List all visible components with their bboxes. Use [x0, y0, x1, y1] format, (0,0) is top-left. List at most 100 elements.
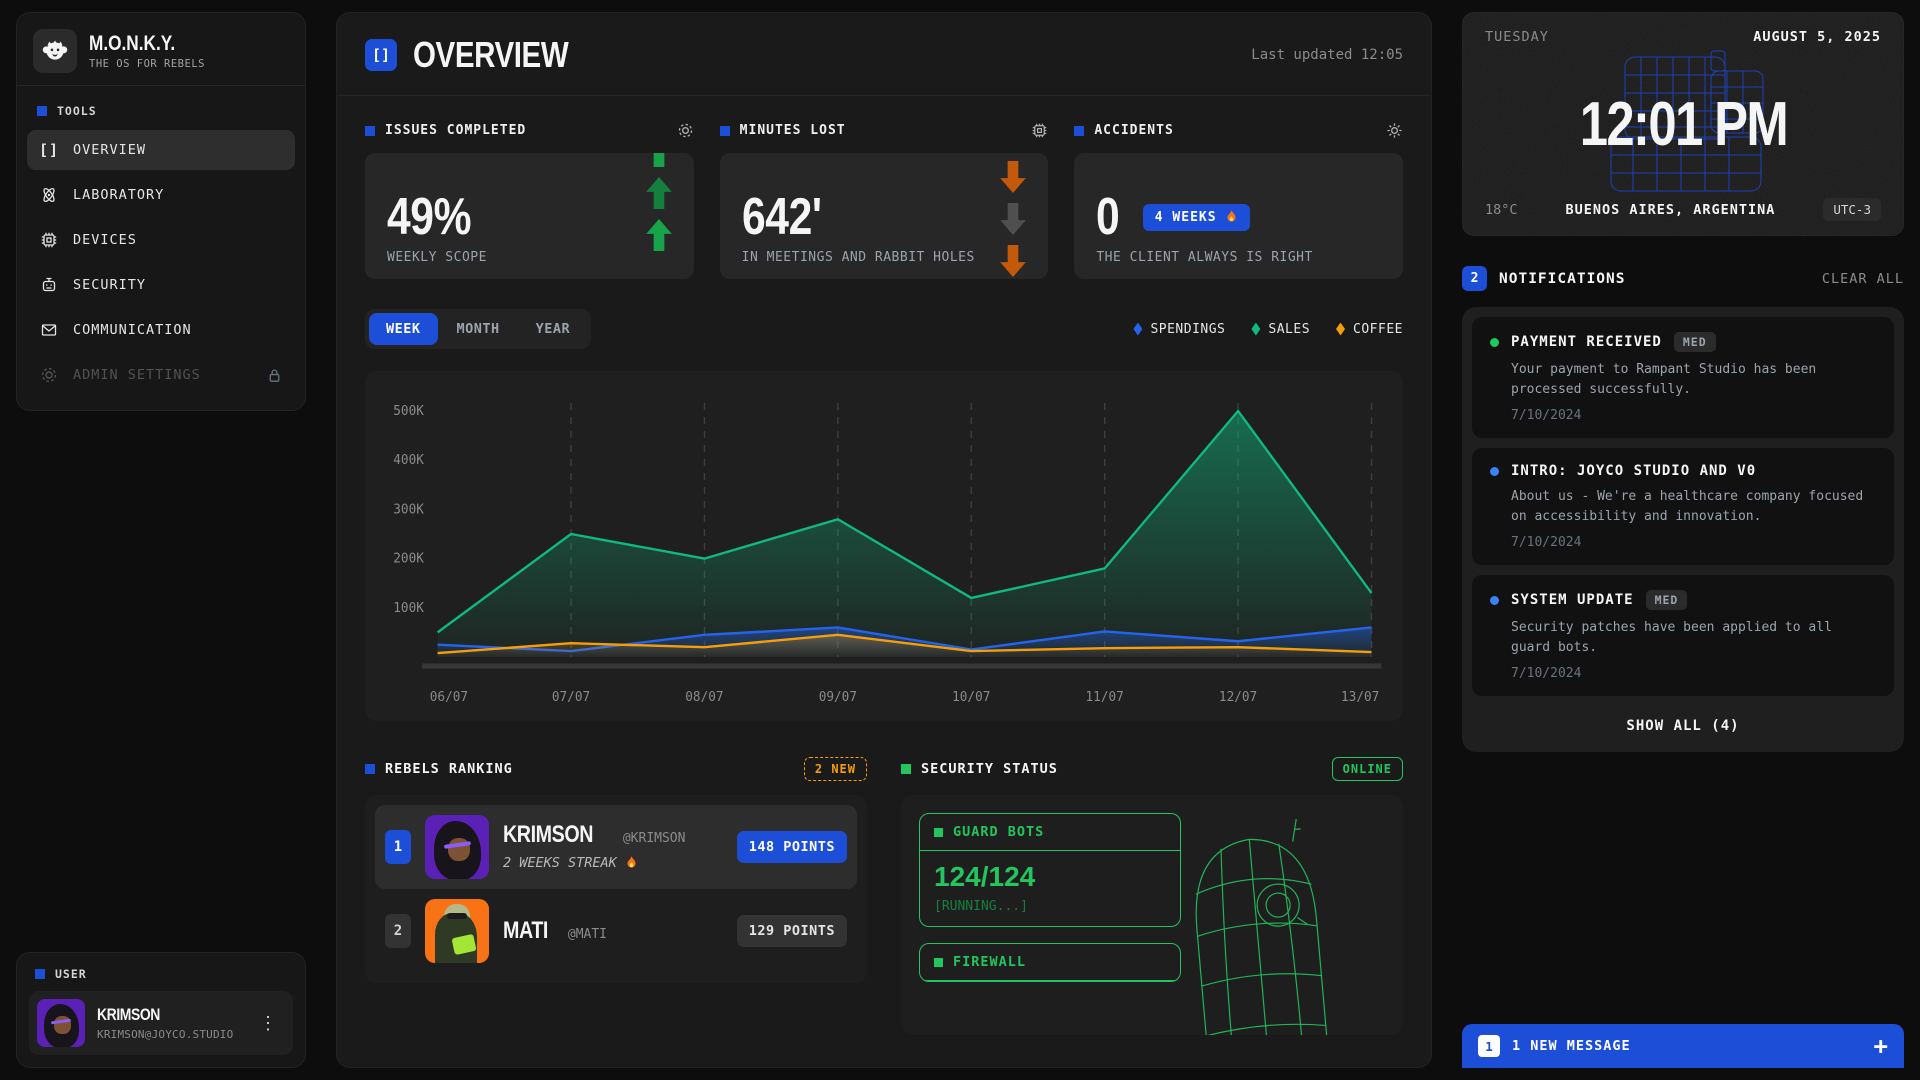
module-value: 124/124 [934, 861, 1166, 893]
firewall-module: FIREWALL [919, 943, 1181, 982]
notification-date: 7/10/2024 [1511, 408, 1876, 423]
plus-icon[interactable]: + [1874, 1034, 1888, 1058]
tab-week[interactable]: WEEK [369, 313, 438, 345]
bot-wireframe-illustration [1173, 819, 1343, 1035]
svg-text:400K: 400K [393, 453, 424, 468]
last-updated-text: Last updated 12:05 [1251, 47, 1403, 63]
stat-title: ISSUES COMPLETED [385, 123, 667, 138]
notification-body: Your payment to Rampant Studio has been … [1511, 360, 1876, 399]
notifications-title: NOTIFICATIONS [1499, 271, 1810, 287]
legend-coffee[interactable]: COFFEE [1336, 322, 1403, 337]
svg-text:07/07: 07/07 [552, 690, 590, 705]
notification-body: Security patches have been applied to al… [1511, 618, 1876, 657]
points-badge: 129 POINTS [737, 915, 847, 947]
sidebar-item-admin-settings: ADMIN SETTINGS [27, 355, 295, 395]
gear-icon [39, 365, 59, 385]
section-bullet-icon [37, 106, 47, 116]
stat-value: 0 [1096, 193, 1119, 242]
stat-caption: WEEKLY SCOPE [387, 250, 672, 265]
clear-all-button[interactable]: CLEAR ALL [1822, 271, 1904, 287]
avatar [37, 999, 85, 1047]
module-label: GUARD BOTS [953, 824, 1044, 840]
sidebar-item-label: DEVICES [73, 232, 137, 248]
sidebar-item-devices[interactable]: DEVICES [27, 220, 295, 260]
notification-system-update[interactable]: SYSTEM UPDATE MED Security patches have … [1472, 575, 1894, 696]
sidebar-item-label: ADMIN SETTINGS [73, 367, 201, 383]
sidebar-item-label: LABORATORY [73, 187, 164, 203]
user-name: KRIMSON [97, 1006, 160, 1023]
ranking-row-1[interactable]: 1 KRIMSON @KRIMSON 2 WEEKS STREAK [375, 805, 857, 889]
sidebar-item-label: SECURITY [73, 277, 146, 293]
temperature: 18°C [1485, 202, 1518, 218]
atom-icon [39, 185, 59, 205]
notification-date: 7/10/2024 [1511, 535, 1876, 550]
lock-icon [266, 367, 283, 384]
avatar [425, 899, 489, 963]
guard-bots-module: GUARD BOTS 124/124 [RUNNING...] [919, 813, 1181, 927]
stat-title: ACCIDENTS [1094, 123, 1376, 138]
right-panel: TUESDAY AUGUST 5, 2025 12:01 PM 18°C BUE… [1462, 12, 1904, 1068]
sidebar-item-security[interactable]: SECURITY [27, 265, 295, 305]
time-range-tabs: WEEK MONTH YEAR [365, 309, 591, 349]
user-section-label: USER [55, 967, 87, 981]
new-message-bar[interactable]: 1 1 NEW MESSAGE + [1462, 1024, 1904, 1068]
stat-bullet-icon [720, 126, 730, 136]
svg-text:500K: 500K [393, 404, 424, 419]
rebel-name: KRIMSON [503, 823, 593, 847]
svg-text:300K: 300K [393, 502, 424, 517]
section-bullet-icon [35, 969, 45, 979]
burst-icon[interactable] [1386, 122, 1403, 139]
chip-icon[interactable] [1031, 122, 1048, 139]
sidebar-item-label: OVERVIEW [73, 142, 146, 158]
fire-icon [625, 856, 638, 871]
monkey-logo-icon [33, 29, 77, 73]
diamond-icon [1251, 323, 1260, 336]
divider [17, 85, 305, 86]
svg-text:08/07: 08/07 [685, 690, 723, 705]
svg-text:100K: 100K [393, 601, 424, 616]
legend-sales[interactable]: SALES [1251, 322, 1310, 337]
chip-icon [39, 230, 59, 250]
ranking-row-2[interactable]: 2 MATI @MATI 129 POINTS [375, 889, 857, 973]
module-bullet-icon [934, 958, 943, 967]
notification-intro[interactable]: INTRO: JOYCO STUDIO AND V0 About us - We… [1472, 448, 1894, 565]
clock-card: TUESDAY AUGUST 5, 2025 12:01 PM 18°C BUE… [1462, 12, 1904, 236]
sidebar-item-laboratory[interactable]: LABORATORY [27, 175, 295, 215]
area-chart: 100K200K300K400K500K06/0707/0708/0709/07… [365, 371, 1403, 721]
sidebar-item-communication[interactable]: COMMUNICATION [27, 310, 295, 350]
svg-text:10/07: 10/07 [952, 690, 990, 705]
kebab-menu-icon[interactable]: ⋮ [251, 1013, 285, 1034]
gear-icon[interactable] [677, 122, 694, 139]
stat-card-accidents: ACCIDENTS 0 4 WEEKS [1074, 122, 1403, 279]
tab-year[interactable]: YEAR [519, 313, 588, 345]
module-label: FIREWALL [953, 954, 1026, 970]
legend-spendings[interactable]: SPENDINGS [1133, 322, 1225, 337]
user-card[interactable]: KRIMSON KRIMSON@JOYCO.STUDIO ⋮ [29, 991, 293, 1055]
stat-caption: IN MEETINGS AND RABBIT HOLES [742, 250, 1027, 265]
sidebar: M.O.N.K.Y. THE OS FOR REBELS TOOLS [] OV… [16, 12, 306, 1068]
user-section: USER KRIMSON KRIMSON@JOYCO.STUDIO ⋮ [16, 952, 306, 1068]
priority-badge: MED [1674, 332, 1716, 352]
stat-card-issues-completed: ISSUES COMPLETED 49% WEEKLY SCOPE [365, 122, 694, 279]
notifications-list: PAYMENT RECEIVED MED Your payment to Ram… [1462, 307, 1904, 752]
rebel-handle: @KRIMSON [623, 831, 686, 846]
rebel-name: MATI [503, 919, 548, 943]
priority-badge: MED [1646, 590, 1688, 610]
stat-value: 49% [387, 193, 471, 242]
trend-up-arrows-icon [646, 153, 672, 279]
sidebar-item-label: COMMUNICATION [73, 322, 192, 338]
mail-icon [39, 320, 59, 340]
notification-payment-received[interactable]: PAYMENT RECEIVED MED Your payment to Ram… [1472, 317, 1894, 438]
tab-month[interactable]: MONTH [440, 313, 517, 345]
new-count-badge: 2 NEW [804, 757, 867, 781]
svg-text:12/07: 12/07 [1219, 690, 1257, 705]
page-title: OVERVIEW [413, 37, 568, 73]
stat-bullet-icon [1074, 126, 1084, 136]
chart-legend: SPENDINGS SALES COFFEE [1133, 322, 1403, 337]
sidebar-item-overview[interactable]: [] OVERVIEW [27, 130, 295, 170]
show-all-button[interactable]: SHOW ALL (4) [1472, 706, 1894, 742]
notification-title: INTRO: JOYCO STUDIO AND V0 [1511, 463, 1756, 479]
status-dot-icon [1490, 467, 1499, 476]
svg-text:11/07: 11/07 [1086, 690, 1124, 705]
rank-badge: 1 [385, 830, 411, 864]
